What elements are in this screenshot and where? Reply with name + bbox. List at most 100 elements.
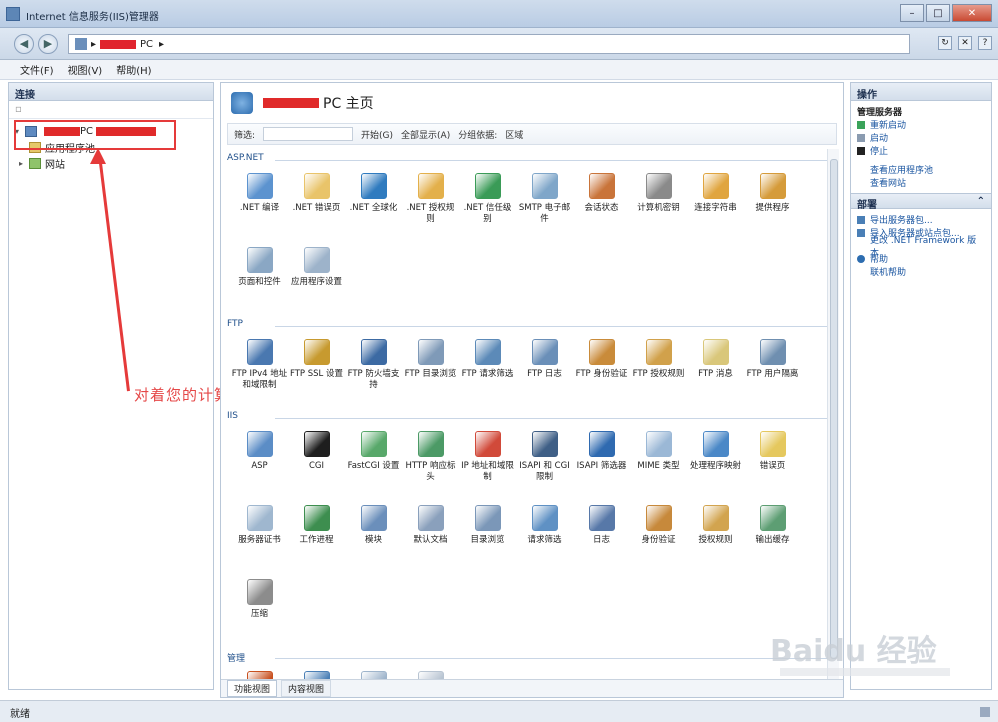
link-change-dotnet[interactable]: 更改 .NET Framework 版本: [857, 236, 985, 259]
address-separator: ▸: [91, 38, 97, 50]
link-view-app-pools[interactable]: 查看应用程序池: [857, 163, 985, 176]
group-by-select[interactable]: 区域: [505, 128, 523, 141]
feature-tile[interactable]: 默认文档: [402, 499, 459, 571]
feature-icon: [360, 505, 387, 531]
feature-tile[interactable]: 服务器证书: [231, 499, 288, 571]
back-button[interactable]: ◀: [14, 34, 34, 54]
feature-tile[interactable]: Web 平台组件: [231, 665, 288, 679]
group-header[interactable]: IIS: [227, 411, 833, 425]
feature-tile[interactable]: 处理程序映射: [687, 425, 744, 497]
feature-tile[interactable]: FTP 请求筛选: [459, 333, 516, 405]
feature-tile[interactable]: 共享的配置: [345, 665, 402, 679]
feature-tile[interactable]: FTP 目录浏览: [402, 333, 459, 405]
feature-tile[interactable]: 配置编辑器: [402, 665, 459, 679]
menu-help[interactable]: 帮助(H): [116, 62, 151, 77]
manage-server-title: 管理服务器: [857, 108, 903, 118]
close-icon[interactable]: ✕: [952, 4, 992, 22]
link-online-help[interactable]: 联机帮助: [857, 265, 985, 278]
feature-tile[interactable]: 日志: [573, 499, 630, 571]
feature-tile[interactable]: FTP 日志: [516, 333, 573, 405]
feature-tile[interactable]: 请求筛选: [516, 499, 573, 571]
feature-label: 计算机密钥: [637, 203, 680, 213]
group-header[interactable]: ASP.NET: [227, 153, 833, 167]
feature-tile[interactable]: 连接字符串: [687, 167, 744, 239]
feature-icon: [645, 431, 672, 457]
feature-tile[interactable]: ISAPI 和 CGI 限制: [516, 425, 573, 497]
feature-tile[interactable]: 模块: [345, 499, 402, 571]
feature-tile[interactable]: 身份验证: [630, 499, 687, 571]
feature-tile[interactable]: 目录浏览: [459, 499, 516, 571]
feature-tile[interactable]: HTTP 响应标头: [402, 425, 459, 497]
feature-tile[interactable]: FastCGI 设置: [345, 425, 402, 497]
tab-features-view[interactable]: 功能视图: [227, 680, 278, 697]
feature-tile[interactable]: 授权规则: [687, 499, 744, 571]
feature-tile[interactable]: IP 地址和域限制: [459, 425, 516, 497]
feature-tile[interactable]: FTP SSL 设置: [288, 333, 345, 405]
features-list: ASP.NET .NET 编译 .NET 错误页 .NET 全球化 .NET 授权规则.…: [227, 149, 833, 679]
feature-tile[interactable]: FTP 授权规则: [630, 333, 687, 405]
feature-tile[interactable]: 错误页: [744, 425, 801, 497]
feature-icon: [246, 579, 273, 605]
feature-tile[interactable]: SMTP 电子邮件: [516, 167, 573, 239]
feature-icon: [588, 505, 615, 531]
filter-input[interactable]: [263, 127, 354, 141]
feature-tile[interactable]: .NET 编译: [231, 167, 288, 239]
feature-tile[interactable]: FTP IPv4 地址和域限制: [231, 333, 288, 405]
feature-tile[interactable]: 工作进程: [288, 499, 345, 571]
feature-tile[interactable]: 输出缓存: [744, 499, 801, 571]
connect-icon[interactable]: ▫: [15, 104, 22, 115]
feature-tile[interactable]: ISAPI 筛选器: [573, 425, 630, 497]
watermark-strip: [780, 668, 950, 676]
feature-tile[interactable]: CGI: [288, 425, 345, 497]
feature-tile[interactable]: 提供程序: [744, 167, 801, 239]
feature-tile[interactable]: ASP: [231, 425, 288, 497]
resize-grip-icon[interactable]: [980, 707, 990, 717]
group-header[interactable]: FTP: [227, 319, 833, 333]
stop-icon[interactable]: ✕: [958, 36, 972, 50]
menu-view[interactable]: 视图(V): [68, 62, 103, 77]
menu-file[interactable]: 文件(F): [20, 62, 54, 77]
feature-tile[interactable]: 会话状态: [573, 167, 630, 239]
feature-tile[interactable]: .NET 授权规则: [402, 167, 459, 239]
action-restart[interactable]: 重新启动: [857, 118, 985, 131]
feature-tile[interactable]: 应用程序设置: [288, 241, 345, 313]
show-all-button[interactable]: 全部显示(A): [401, 128, 450, 141]
feature-tile[interactable]: .NET 错误页: [288, 167, 345, 239]
action-export-package[interactable]: 导出服务器包...: [857, 213, 985, 226]
tree-item-sites[interactable]: ▸ 网站: [15, 155, 207, 171]
feature-icon: [531, 173, 558, 199]
feature-icon: [759, 431, 786, 457]
feature-icon: [360, 339, 387, 365]
feature-grid: ASP CGI FastCGI 设置 HTTP 响应标头 IP 地址和域限制 ISAPI …: [227, 425, 833, 647]
feature-tile[interactable]: .NET 信任级别: [459, 167, 516, 239]
feature-label: 页面和控件: [238, 277, 281, 287]
forward-button[interactable]: ▶: [38, 34, 58, 54]
feature-tile[interactable]: MIME 类型: [630, 425, 687, 497]
tab-content-view[interactable]: 内容视图: [281, 680, 332, 697]
feature-tile[interactable]: FTP 身份验证: [573, 333, 630, 405]
minimize-icon[interactable]: –: [900, 4, 924, 22]
scrollbar-thumb[interactable]: [830, 159, 838, 659]
go-button[interactable]: 开始(G): [361, 128, 393, 141]
feature-tile[interactable]: FTP 消息: [687, 333, 744, 405]
address-field[interactable]: ▸ PC ▸: [68, 34, 910, 54]
collapse-icon[interactable]: ⌃: [977, 196, 985, 207]
link-view-sites[interactable]: 查看网站: [857, 176, 985, 189]
manage-server-section: 管理服务器 重新启动 启动 停止 查看应用程序池 查看网站: [851, 101, 991, 193]
action-stop[interactable]: 停止: [857, 144, 985, 157]
feature-tile[interactable]: 计算机密钥: [630, 167, 687, 239]
group-header[interactable]: 管理: [227, 651, 833, 665]
action-start[interactable]: 启动: [857, 131, 985, 144]
feature-tile[interactable]: 压缩: [231, 573, 288, 645]
refresh-icon[interactable]: ↻: [938, 36, 952, 50]
feature-tile[interactable]: FTP 防火墙支持: [345, 333, 402, 405]
feature-tile[interactable]: 页面和控件: [231, 241, 288, 313]
help-icon[interactable]: ?: [978, 36, 992, 50]
feature-tile[interactable]: 功能委派: [288, 665, 345, 679]
feature-tile[interactable]: .NET 全球化: [345, 167, 402, 239]
maximize-icon[interactable]: □: [926, 4, 950, 22]
vertical-scrollbar[interactable]: [827, 149, 839, 679]
expand-icon[interactable]: ▸: [19, 159, 29, 168]
feature-tile[interactable]: FTP 用户隔离: [744, 333, 801, 405]
feature-label: IP 地址和域限制: [461, 461, 514, 482]
